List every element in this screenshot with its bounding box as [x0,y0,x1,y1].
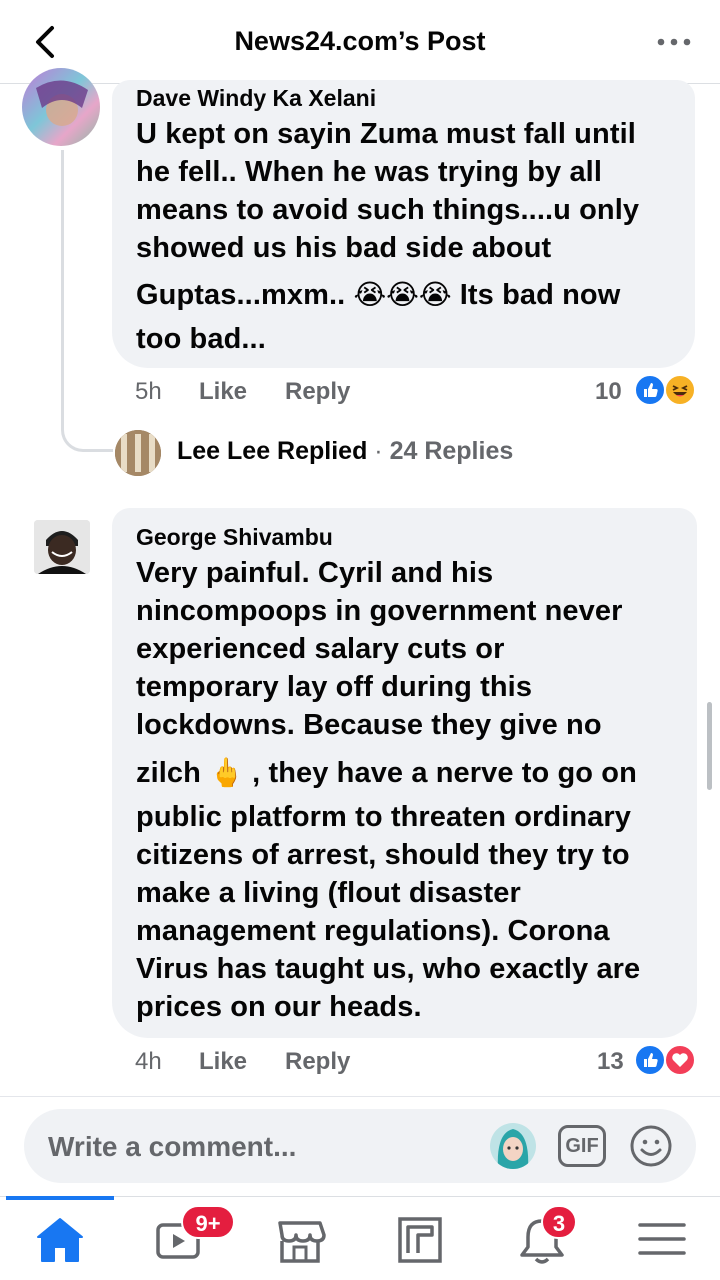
comment-line: zilch [136,757,210,789]
avatar-sticker-icon[interactable] [490,1123,536,1169]
comment-line: temporary lay off during this [136,671,533,703]
comment-line: showed us his bad side about [136,232,552,264]
thread-curve [61,404,113,452]
comment-actions: 4h Like Reply [135,1048,435,1082]
comment-line: nincompoops in government never [136,595,623,627]
emoji-icon[interactable] [628,1123,674,1169]
comment-composer-bar: Write a comment... GIF [0,1096,720,1196]
notifications-badge: 3 [541,1205,577,1239]
comment-line: prices on our heads. [136,991,422,1023]
comment-line: experienced salary cuts or [136,633,505,665]
comment-line-with-emoji: Guptas...mxm.. 😭😭😭 Its bad now [136,276,620,314]
comment-line: U kept on sayin Zuma must fall until [136,118,636,150]
reaction-icons[interactable] [634,1044,700,1078]
comment-bubble[interactable]: Dave Windy Ka Xelani U kept on sayin Zum… [112,80,695,368]
comment-bubble[interactable]: George Shivambu Very painful. Cyril and … [112,508,697,1038]
comment-author[interactable]: George Shivambu [136,524,333,551]
love-reaction-icon [664,1044,696,1076]
reply-button[interactable]: Reply [285,1048,350,1076]
comment-line: lockdowns. Because they give no [136,709,602,741]
comment-author[interactable]: Dave Windy Ka Xelani [136,85,376,112]
thread-line [61,150,64,408]
reaction-count[interactable]: 13 [597,1048,624,1076]
gif-icon[interactable]: GIF [558,1125,606,1167]
gif-label: GIF [565,1135,599,1157]
replier-name: Lee Lee [177,437,271,465]
comment-line: means to avoid such things....u only [136,194,640,226]
reaction-count[interactable]: 10 [595,378,622,406]
news-feed-icon[interactable] [390,1211,450,1267]
menu-icon[interactable] [632,1211,692,1267]
page-title: News24.com’s Post [234,26,486,56]
comment-line: too bad... [136,323,266,355]
comment-line: management regulations). Corona [136,915,610,947]
avatar[interactable] [22,68,100,146]
middle-finger-emoji-icon: 🖕 [209,756,244,789]
comment-line: he fell.. When he was trying by all [136,156,602,188]
comment-line: citizens of arrest, should they try to [136,839,630,871]
top-bar: News24.com’s Post [0,0,720,84]
comment-actions: 5h Like Reply [135,378,435,412]
comment-line-tail: Its bad now [451,279,621,311]
comment-time: 4h [135,1048,162,1075]
scrollbar[interactable] [707,702,712,790]
crying-emoji-icon: 😭😭😭 [353,278,452,311]
like-button[interactable]: Like [199,1048,247,1076]
bottom-nav: 9+ 3 [0,1196,720,1280]
reply-button[interactable]: Reply [285,378,350,406]
home-icon[interactable] [30,1211,90,1267]
comment-line: Virus has taught us, who exactly are [136,953,641,985]
watch-badge: 9+ [181,1205,235,1239]
more-horizontal-icon[interactable] [656,30,692,54]
replies-count: 24 Replies [389,437,514,465]
comment-time: 5h [135,378,162,405]
like-reaction-icon [634,1044,666,1076]
active-tab-indicator [6,1196,114,1200]
separator: · [367,437,390,465]
comment-input[interactable]: Write a comment... GIF [24,1109,696,1183]
comment-input-placeholder: Write a comment... [48,1131,297,1162]
avatar[interactable] [34,520,90,574]
haha-reaction-icon [664,374,696,406]
like-reaction-icon [634,374,666,406]
like-button[interactable]: Like [199,378,247,406]
comment-line-tail: , they have a nerve to go on [244,757,637,789]
reaction-icons[interactable] [634,374,700,408]
comment-line: public platform to threaten ordinary [136,801,632,833]
avatar[interactable] [115,430,161,476]
comment-line: make a living (flout disaster [136,877,521,909]
view-replies-link[interactable]: Lee Lee Replied · 24 Replies [177,437,513,466]
comment-line-with-emoji: zilch 🖕 , they have a nerve to go on [136,754,637,792]
replied-text: Replied [270,437,368,465]
marketplace-icon[interactable] [270,1211,330,1267]
comment-line: Very painful. Cyril and his [136,557,494,589]
comment-line: Guptas...mxm.. [136,279,354,311]
